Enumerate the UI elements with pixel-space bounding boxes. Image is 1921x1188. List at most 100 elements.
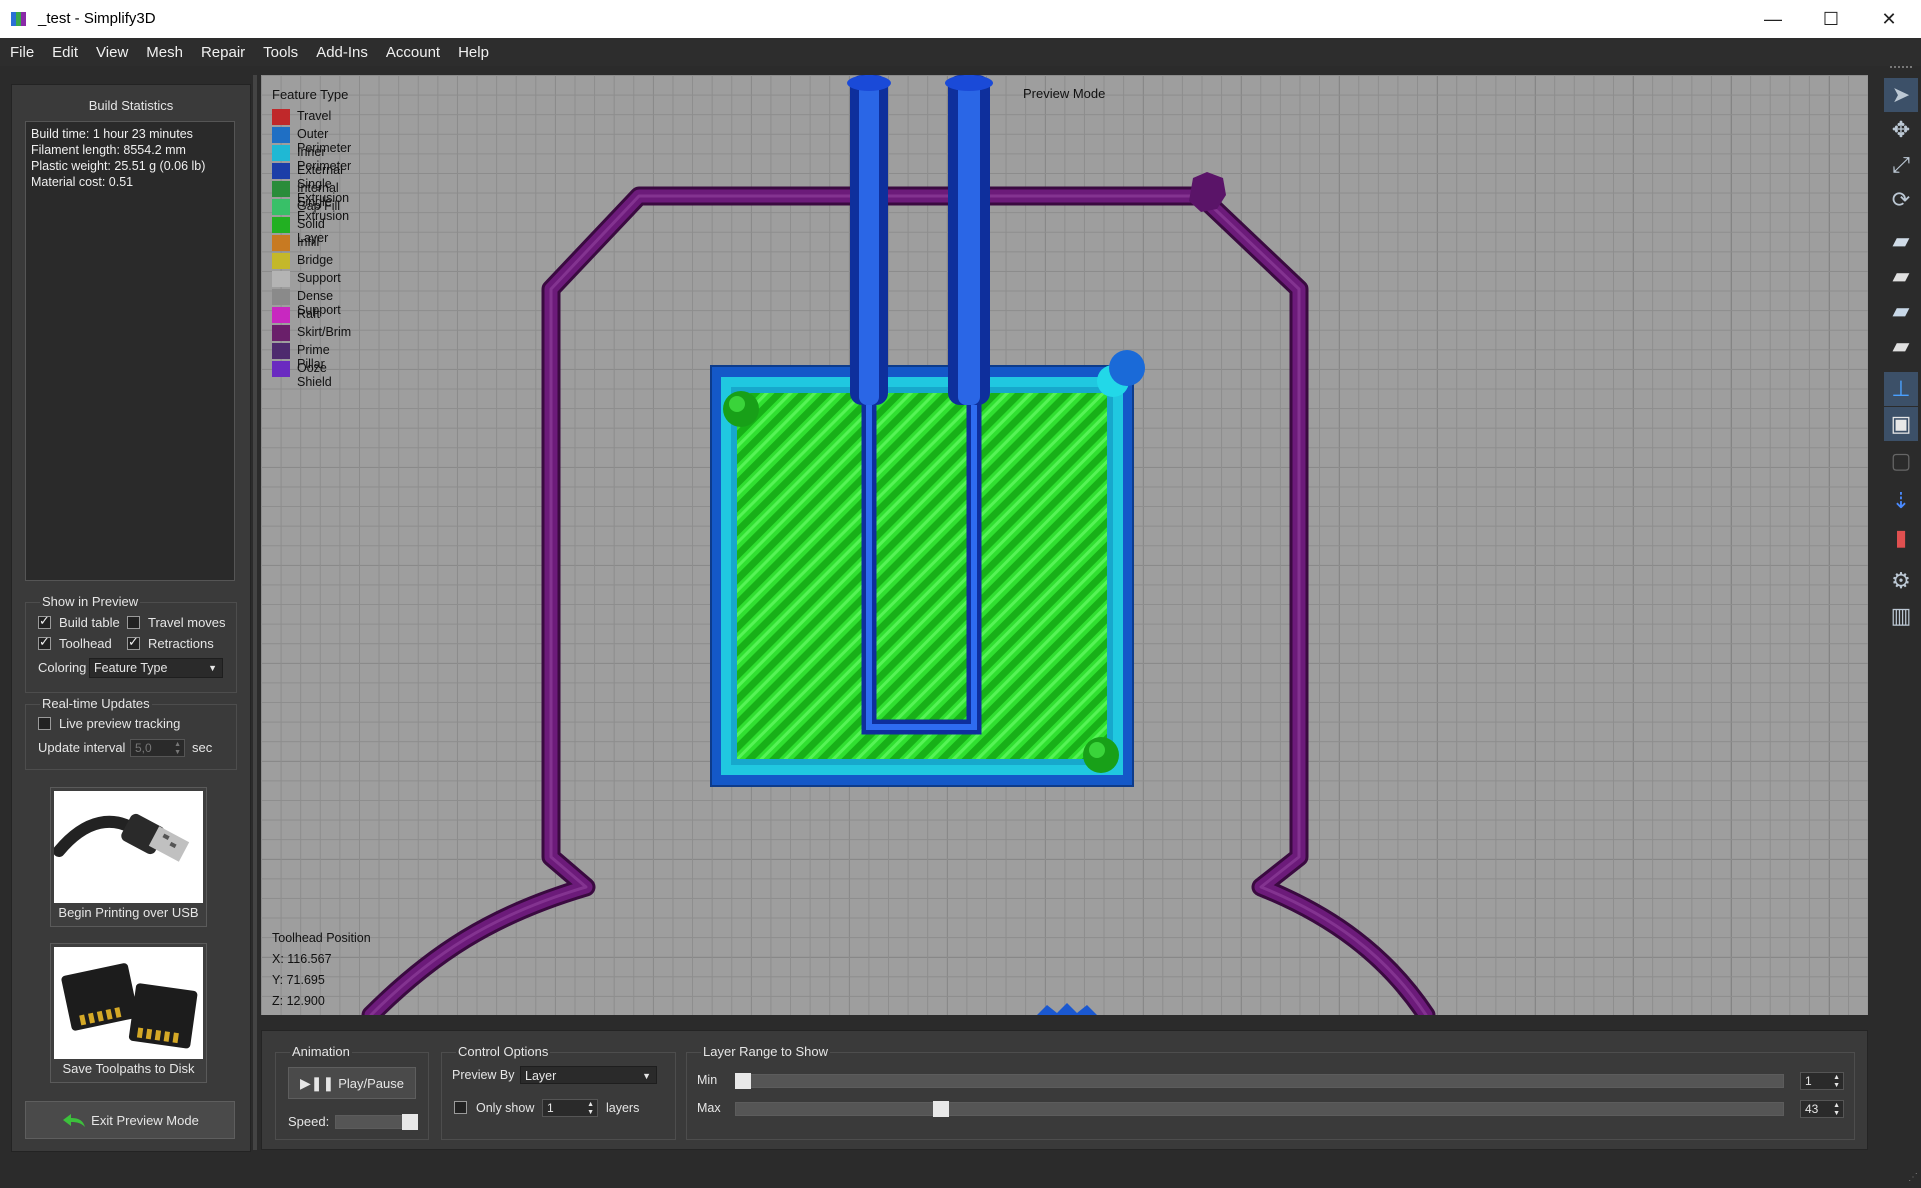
legend-swatch <box>272 235 290 251</box>
bed-icon: ▥ <box>1890 603 1912 628</box>
move-tool-button[interactable]: ✥ <box>1884 113 1918 147</box>
cross-section-icon: ⇣ <box>1891 488 1911 513</box>
legend-title: Feature Type <box>272 87 349 102</box>
plastic-weight: Plastic weight: 25.51 g (0.06 lb) <box>31 159 206 173</box>
menu-file[interactable]: File <box>0 44 43 61</box>
spin-up-icon: ▲ <box>174 741 181 748</box>
update-interval-field[interactable]: 5,0 ▲ ▼ <box>130 739 185 757</box>
max-layer-slider[interactable] <box>735 1102 1784 1116</box>
live-tracking-checkbox[interactable] <box>38 717 51 730</box>
play-pause-label: Play/Pause <box>338 1075 404 1091</box>
build-table-checkbox[interactable] <box>38 613 51 629</box>
cross-section-button[interactable]: ⇣ <box>1884 484 1918 518</box>
toolbar-grip <box>1890 66 1912 72</box>
app-icon <box>11 12 26 26</box>
begin-printing-usb-button[interactable]: Begin Printing over USB <box>50 787 207 927</box>
toolpath-render <box>361 75 1436 1015</box>
menu-add-ins[interactable]: Add-Ins <box>307 44 377 61</box>
solid-view-button[interactable]: ▣ <box>1884 407 1918 441</box>
close-button[interactable]: ✕ <box>1860 0 1918 38</box>
animation-group: Animation ▶❚❚ Play/Pause Speed: <box>275 1044 429 1140</box>
minimize-button[interactable]: — <box>1744 0 1802 38</box>
maximize-icon: ☐ <box>1822 8 1840 29</box>
cursor-icon: ➤ <box>1891 82 1911 107</box>
legend-item: Raft <box>272 305 348 323</box>
live-tracking-label: Live preview tracking <box>59 716 181 731</box>
show-in-preview-title: Show in Preview <box>40 594 141 609</box>
menu-mesh[interactable]: Mesh <box>137 44 192 61</box>
max-layer-label: Max <box>697 1101 721 1115</box>
menu-help[interactable]: Help <box>449 44 498 61</box>
exit-preview-mode-button[interactable]: Exit Preview Mode <box>25 1101 235 1139</box>
gear-icon: ⚙ <box>1891 568 1911 593</box>
legend-label: Travel <box>297 109 332 123</box>
travel-moves-checkbox[interactable] <box>127 616 140 629</box>
coloring-value: Feature Type <box>94 661 168 675</box>
legend-label: Skirt/Brim <box>297 325 352 339</box>
realtime-updates-title: Real-time Updates <box>40 696 152 711</box>
update-interval-unit: sec <box>192 740 213 755</box>
resize-grip-icon[interactable]: ⋰ <box>1908 1172 1918 1183</box>
view-front-button[interactable]: ▰ <box>1884 259 1918 293</box>
coloring-dropdown[interactable]: Feature Type ▼ <box>89 658 223 678</box>
preview-controls-panel: Animation ▶❚❚ Play/Pause Speed: Control … <box>261 1030 1868 1150</box>
toolhead-label: Toolhead <box>59 636 112 651</box>
view-left-button[interactable]: ▰ <box>1884 294 1918 328</box>
speed-label: Speed: <box>288 1114 330 1129</box>
min-layer-slider[interactable] <box>735 1074 1784 1088</box>
spin-up-icon: ▲ <box>1833 1074 1840 1081</box>
legend-item: Skirt/Brim <box>272 323 352 341</box>
object-color-button[interactable]: ▮ <box>1884 521 1918 555</box>
speed-slider-thumb[interactable] <box>402 1114 418 1130</box>
maximize-button[interactable]: ☐ <box>1802 0 1860 38</box>
settings-button[interactable]: ⚙ <box>1884 564 1918 598</box>
bed-button[interactable]: ▥ <box>1884 599 1918 633</box>
legend-item: Infill <box>272 233 348 251</box>
legend-swatch <box>272 307 290 323</box>
min-layer-slider-thumb[interactable] <box>735 1073 751 1089</box>
only-show-checkbox[interactable] <box>454 1101 467 1114</box>
select-tool-button[interactable]: ➤ <box>1884 78 1918 112</box>
preview-viewport[interactable]: Feature Type Travel Outer Perimeter Inne… <box>261 75 1868 1015</box>
legend-item: Prime Pillar <box>272 341 348 371</box>
control-options-title: Control Options <box>456 1044 551 1059</box>
scale-tool-button[interactable]: ⤢ <box>1884 148 1918 182</box>
menu-repair[interactable]: Repair <box>192 44 254 61</box>
only-show-layers-field[interactable]: 1 ▲ ▼ <box>542 1099 598 1117</box>
play-pause-button[interactable]: ▶❚❚ Play/Pause <box>288 1067 416 1099</box>
sd-card-image <box>54 947 203 1059</box>
solid-cube-icon: ▣ <box>1890 411 1912 436</box>
spin-up-icon: ▲ <box>587 1101 594 1108</box>
cube-front-icon: ▰ <box>1892 263 1910 288</box>
preview-by-dropdown[interactable]: Layer ▼ <box>520 1066 657 1084</box>
minimize-icon: — <box>1764 8 1782 29</box>
toolhead-checkbox[interactable] <box>38 634 51 650</box>
sd-card-icon <box>61 963 198 1049</box>
max-layer-field[interactable]: 43 ▲ ▼ <box>1800 1100 1844 1118</box>
menu-account[interactable]: Account <box>377 44 449 61</box>
coloring-label: Coloring <box>38 660 87 675</box>
panel-splitter[interactable] <box>253 75 257 1150</box>
legend-swatch <box>272 271 290 287</box>
right-toolbar: ➤ ✥ ⤢ ⟳ ▰ ▰ ▰ ▰ ⊥ ▣ ▢ ⇣ ▮ ⚙ ▥ <box>1880 66 1921 1186</box>
view-right-button[interactable]: ▰ <box>1884 329 1918 363</box>
view-iso-button[interactable]: ▰ <box>1884 224 1918 258</box>
toolhead-position: Toolhead Position X: 116.567 Y: 71.695 Z… <box>272 928 371 1012</box>
retractions-checkbox[interactable] <box>127 634 140 650</box>
layer-range-group: Layer Range to Show Min 1 ▲ ▼ Max 43 ▲ ▼ <box>686 1044 1855 1140</box>
wireframe-view-button[interactable]: ▢ <box>1884 444 1918 478</box>
min-layer-field[interactable]: 1 ▲ ▼ <box>1800 1072 1844 1090</box>
legend-swatch <box>272 343 290 359</box>
legend-swatch <box>272 127 290 143</box>
toolhead-position-title: Toolhead Position <box>272 931 371 945</box>
axes-toggle-button[interactable]: ⊥ <box>1884 372 1918 406</box>
build-statistics-box: Build time: 1 hour 23 minutes Filament l… <box>25 121 235 581</box>
cube-left-icon: ▰ <box>1892 298 1910 323</box>
menu-tools[interactable]: Tools <box>254 44 307 61</box>
menu-edit[interactable]: Edit <box>43 44 87 61</box>
rotate-tool-button[interactable]: ⟳ <box>1884 183 1918 217</box>
save-toolpaths-disk-button[interactable]: Save Toolpaths to Disk <box>50 943 207 1083</box>
layers-label: layers <box>606 1101 640 1115</box>
max-layer-slider-thumb[interactable] <box>933 1101 949 1117</box>
menu-view[interactable]: View <box>87 44 137 61</box>
